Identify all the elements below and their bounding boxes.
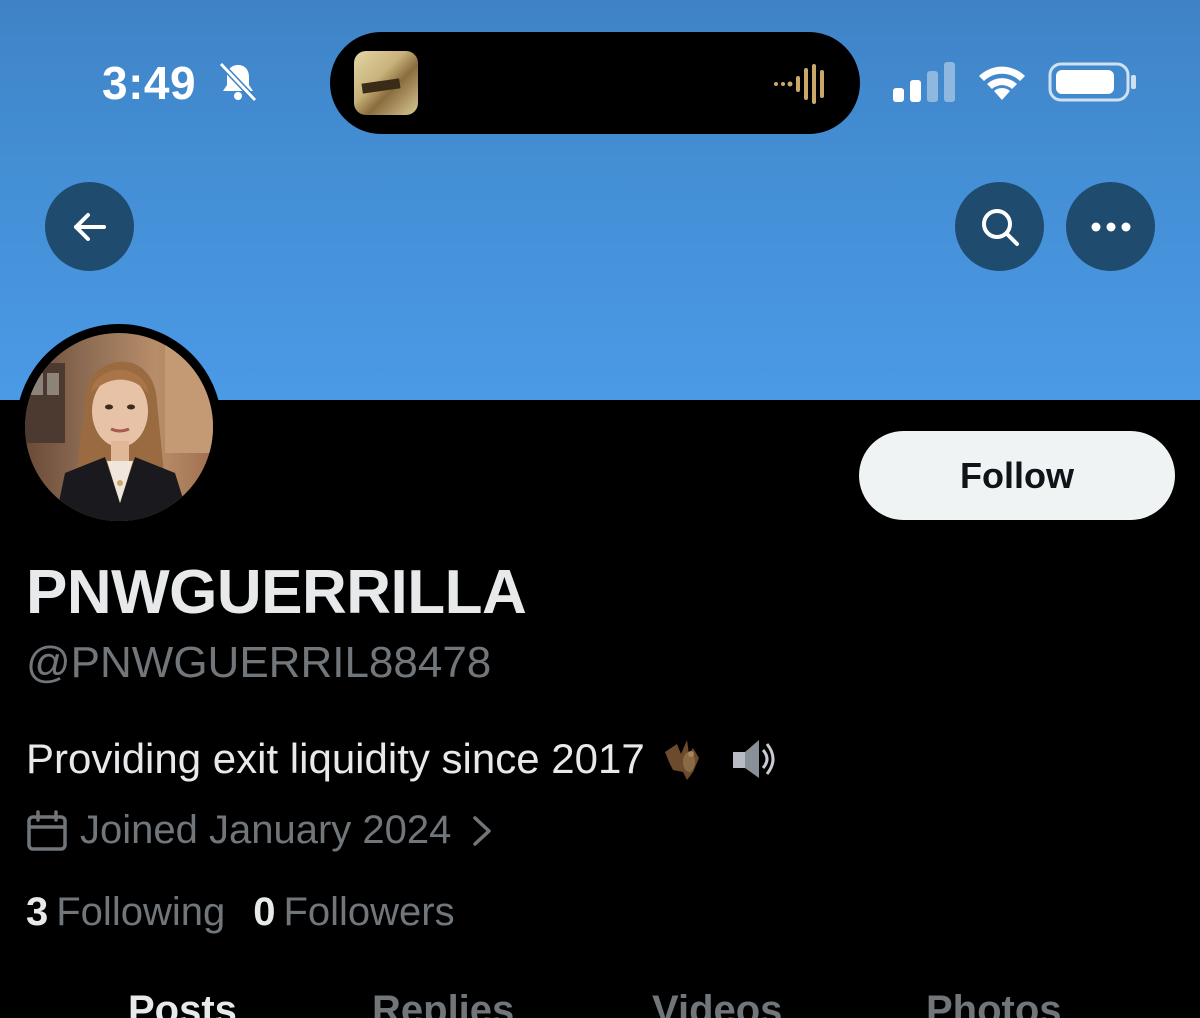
back-button[interactable] — [45, 182, 134, 271]
search-button[interactable] — [955, 182, 1044, 271]
status-time: 3:49 — [102, 57, 197, 109]
more-icon — [1091, 222, 1130, 231]
dynamic-island[interactable] — [330, 32, 860, 134]
tab-videos[interactable]: Videos — [652, 990, 782, 1018]
tab-photos[interactable]: Photos — [926, 990, 1062, 1018]
follow-button[interactable]: Follow — [859, 431, 1175, 520]
album-art-icon — [354, 51, 418, 115]
more-options-button[interactable] — [1066, 182, 1155, 271]
followers-count: 0 — [253, 890, 276, 934]
bell-slash-icon — [218, 61, 258, 103]
followers-label: Followers — [283, 890, 455, 934]
calendar-icon — [27, 809, 67, 851]
display-name: PNWGUERRILLA — [26, 558, 527, 627]
avatar[interactable] — [16, 324, 222, 530]
following-link[interactable]: 3 Following — [26, 890, 225, 935]
following-count: 3 — [26, 890, 49, 934]
joined-date[interactable]: Joined January 2024 — [26, 808, 497, 853]
chevron-right-icon — [473, 815, 492, 846]
profile-tabs: Posts Replies Videos Photos — [0, 990, 1200, 1018]
profile-bio: Providing exit liquidity since 2017 — [26, 732, 781, 786]
followers-link[interactable]: 0 Followers — [253, 890, 454, 935]
user-handle: @PNWGUERRIL88478 — [26, 638, 492, 687]
battery-icon — [1048, 62, 1136, 102]
profile-screen: 3:49 Follow PNWGUERRILLA @PNWGUERRIL8847… — [0, 0, 1200, 1018]
joined-text: Joined January 2024 — [80, 808, 452, 852]
wifi-icon — [979, 66, 1025, 100]
tab-posts[interactable]: Posts — [128, 990, 237, 1018]
cellular-signal-icon — [893, 62, 955, 102]
bat-emoji — [664, 740, 699, 780]
tab-replies[interactable]: Replies — [372, 990, 514, 1018]
search-icon — [981, 208, 1019, 246]
following-label: Following — [56, 890, 226, 934]
follow-stats: 3 Following 0 Followers — [26, 890, 455, 935]
back-arrow-icon — [73, 212, 106, 241]
avatar-image — [25, 333, 213, 521]
audio-waveform-icon — [774, 64, 824, 104]
bio-text: Providing exit liquidity since 2017 — [26, 735, 645, 782]
speaker-emoji — [732, 740, 775, 778]
